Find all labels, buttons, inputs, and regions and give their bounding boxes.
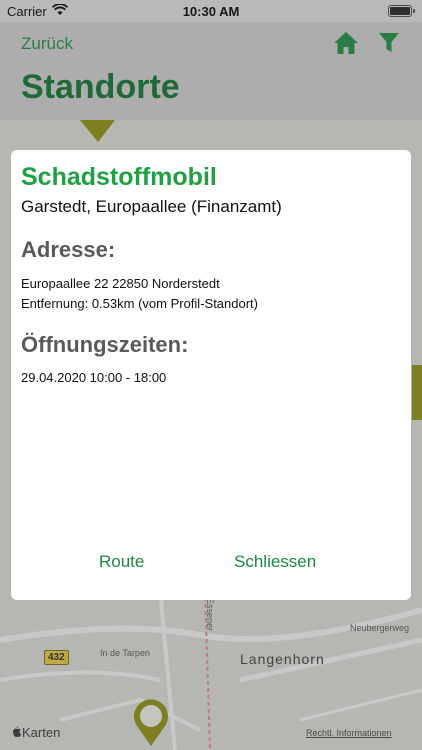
- dialog-subtitle: Garstedt, Europaallee (Finanzamt): [21, 197, 282, 216]
- location-detail-dialog: Schadstoffmobil Garstedt, Europaallee (F…: [11, 150, 411, 600]
- address-heading: Adresse:: [21, 237, 116, 262]
- dialog-heading: Schadstoffmobil: [21, 163, 217, 191]
- opening-hours-line: 29.04.2020 10:00 - 18:00: [21, 370, 167, 385]
- close-button[interactable]: Schliessen: [234, 552, 316, 572]
- route-button[interactable]: Route: [99, 552, 144, 572]
- address-line: Europaallee 22 22850 Norderstedt: [21, 276, 220, 291]
- opening-hours-heading: Öffnungszeiten:: [21, 332, 189, 357]
- distance-line: Entfernung: 0.53km (vom Profil-Standort): [21, 296, 258, 311]
